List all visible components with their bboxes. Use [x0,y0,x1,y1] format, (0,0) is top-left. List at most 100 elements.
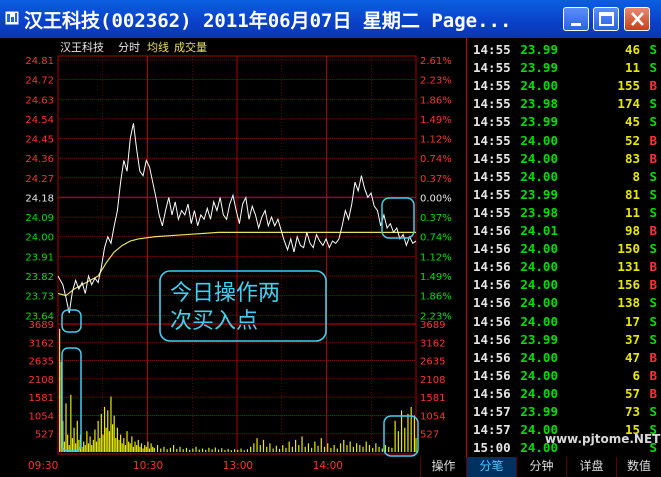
tab-operations[interactable]: 操作 [420,457,466,477]
tab-ticks[interactable]: 分笔 [466,457,516,477]
tick-time: 14:55 [473,186,511,202]
volume-bar [407,413,409,452]
tick-side: B [649,385,657,401]
tick-price: 24.00 [520,385,558,401]
volume-bar [92,439,94,452]
tick-volume: 47 [624,349,640,365]
close-button[interactable] [624,7,650,31]
price-tick-label: 23.91 [25,252,54,263]
tick-time: 14:55 [473,168,511,184]
volume-marker-1 [61,347,82,452]
time-tick-label: 10:30 [133,460,163,472]
volume-bar [67,434,69,452]
tick-list[interactable]: 14:55 23.99 46 S 14:55 23.99 11 S 14:55 24.00 155 B… [466,38,661,457]
volume-bar [94,429,96,452]
volume-bar [301,436,303,452]
volume-bar [250,446,252,452]
volume-bar [397,431,399,452]
tick-side: B [649,349,657,365]
tick-side: S [649,313,657,329]
tick-price: 23.99 [520,114,558,130]
tick-time: 14:56 [473,349,511,365]
tick-row: 14:56 24.00 138 S [467,293,661,311]
tick-row: 14:56 24.00 47 B [467,348,661,366]
volume-bar [327,443,329,452]
tick-row: 14:55 24.00 155 B [467,76,661,94]
tick-side: S [649,241,657,257]
tick-side: S [649,168,657,184]
volume-tick-label-right: 3689 [420,320,445,331]
volume-bar [83,441,85,452]
volume-bar [410,406,412,452]
bottom-tabs: 操作 分笔 分钟 详盘 数值 [420,457,661,477]
volume-bar [285,447,287,452]
tick-side: S [649,295,657,311]
volume-tick-label-right: 527 [420,430,439,441]
volume-bar [214,447,216,452]
avg-line-label[interactable]: 均线 [147,40,169,54]
volume-bar [343,439,345,452]
maximize-button[interactable] [593,7,619,31]
tick-time: 14:56 [473,367,511,383]
minimize-button[interactable] [563,7,589,31]
tick-time: 14:55 [473,78,511,94]
mode-label[interactable]: 分时 [118,41,140,54]
tick-time: 14:55 [473,60,511,76]
volume-bar [378,446,380,452]
tab-values[interactable]: 数值 [616,457,661,477]
volume-bar [128,441,130,452]
tab-minutes[interactable]: 分钟 [516,457,566,477]
volume-bar [185,447,188,452]
volume-bar [123,438,125,452]
volume-bar [107,410,109,452]
volume-bar [76,420,78,452]
tick-price: 24.01 [520,223,558,238]
volume-bar [233,449,236,452]
tick-price: 24.00 [520,277,558,293]
close-icon [631,12,644,26]
pct-tick-label: 1.86% [420,95,452,106]
volume-bar [124,445,127,452]
volume-bar [275,445,277,452]
volume-bar [59,328,61,452]
volume-bar [73,427,75,452]
chart-header: 汉王科技 分时 均线 成交量 [60,40,207,54]
tick-volume: 174 [617,96,640,112]
tick-volume: 138 [617,295,640,311]
volume-bar [227,448,229,452]
tick-side: B [649,223,657,238]
volume-bar [304,446,306,452]
volume-bar [208,447,210,452]
volume-bar [352,446,354,452]
tick-price: 23.99 [520,60,558,76]
tick-volume: 155 [617,78,640,94]
window-title: 汉王科技(002362) 2011年06月07日 星期二 Page... [24,10,512,32]
pct-tick-label: 0.74% [420,233,452,244]
volume-bar [349,441,351,452]
tick-row: 14:56 24.00 17 S [467,312,661,330]
tick-volume: 37 [624,331,640,347]
volume-bar [118,439,120,452]
volume-bar [365,441,367,452]
volume-bar [192,448,194,452]
tick-volume: 46 [624,42,640,57]
time-tick-label: 14:00 [313,460,343,472]
tick-side: S [649,186,657,202]
volume-bar [81,446,83,452]
volume-bar [70,394,72,452]
volume-bar [339,443,342,452]
volume-bar [87,443,90,452]
volume-bar [134,441,136,452]
volume-bar [298,445,300,452]
tick-volume: 17 [624,313,640,329]
stock-name: 汉王科技 [60,40,104,54]
volume-label[interactable]: 成交量 [174,40,207,54]
intraday-chart[interactable]: 汉王科技 分时 均线 成交量 24.81 2.61% 24.72 2.23% 24.63… [0,38,466,477]
tab-detail[interactable]: 详盘 [566,457,616,477]
tick-row: 14:57 23.99 73 S [467,402,661,420]
volume-bar [97,420,99,452]
tick-time: 14:56 [473,295,511,311]
pct-tick-label: 0.37% [420,174,452,185]
volume-bar [314,441,316,452]
volume-bar [201,448,204,452]
